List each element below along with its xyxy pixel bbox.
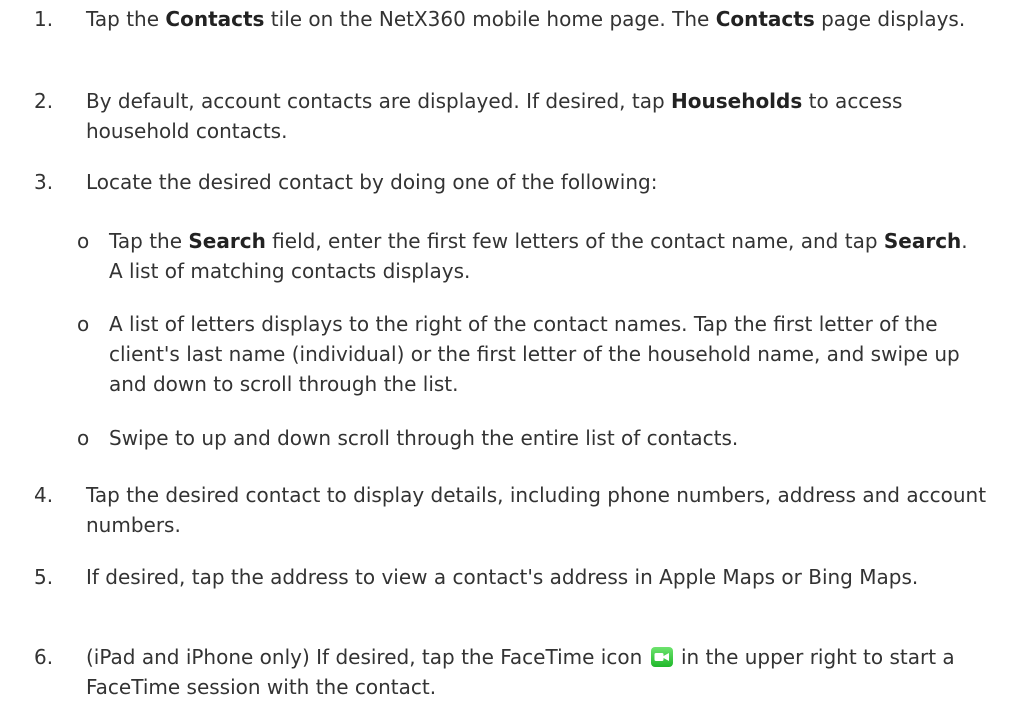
bullet: o — [77, 426, 90, 450]
instructions-document: 1. Tap the Contacts tile on the NetX360 … — [0, 0, 1021, 702]
step-1: 1. Tap the Contacts tile on the NetX360 … — [34, 4, 994, 34]
step-number: 3. — [34, 170, 54, 194]
bold-term: Contacts — [715, 7, 815, 31]
step-text: Tap the desired contact to display detai… — [86, 483, 987, 537]
bold-term: Contacts — [165, 7, 265, 31]
step-3: 3. Locate the desired contact by doing o… — [34, 167, 994, 197]
bold-term: Households — [671, 89, 803, 113]
sub-step-2: o A list of letters displays to the righ… — [77, 309, 977, 399]
sub-step-text: Swipe to up and down scroll through the … — [109, 426, 739, 450]
step-number: 6. — [34, 645, 54, 669]
step-text: (iPad and iPhone only) If desired, tap t… — [86, 645, 955, 699]
sub-step-text: A list of letters displays to the right … — [109, 312, 960, 396]
step-number: 2. — [34, 89, 54, 113]
bold-term: Search — [883, 229, 962, 253]
bold-term: Search — [188, 229, 266, 253]
sub-step-3: o Swipe to up and down scroll through th… — [77, 423, 977, 453]
step-5: 5. If desired, tap the address to view a… — [34, 562, 994, 592]
step-2: 2. By default, account contacts are disp… — [34, 86, 994, 146]
step-text: Locate the desired contact by doing one … — [86, 170, 658, 194]
step-text: By default, account contacts are display… — [86, 89, 903, 143]
sub-step-text: Tap the Search field, enter the first fe… — [109, 229, 968, 283]
bullet: o — [77, 229, 90, 253]
step-4: 4. Tap the desired contact to display de… — [34, 480, 994, 540]
step-text: If desired, tap the address to view a co… — [86, 565, 919, 589]
step-number: 5. — [34, 565, 54, 589]
step-6: 6. (iPad and iPhone only) If desired, ta… — [34, 642, 994, 702]
step-number: 1. — [34, 7, 54, 31]
step-number: 4. — [34, 483, 54, 507]
bullet: o — [77, 312, 90, 336]
step-text: Tap the Contacts tile on the NetX360 mob… — [86, 7, 966, 31]
facetime-icon — [650, 645, 673, 667]
sub-step-1: o Tap the Search field, enter the first … — [77, 226, 977, 286]
